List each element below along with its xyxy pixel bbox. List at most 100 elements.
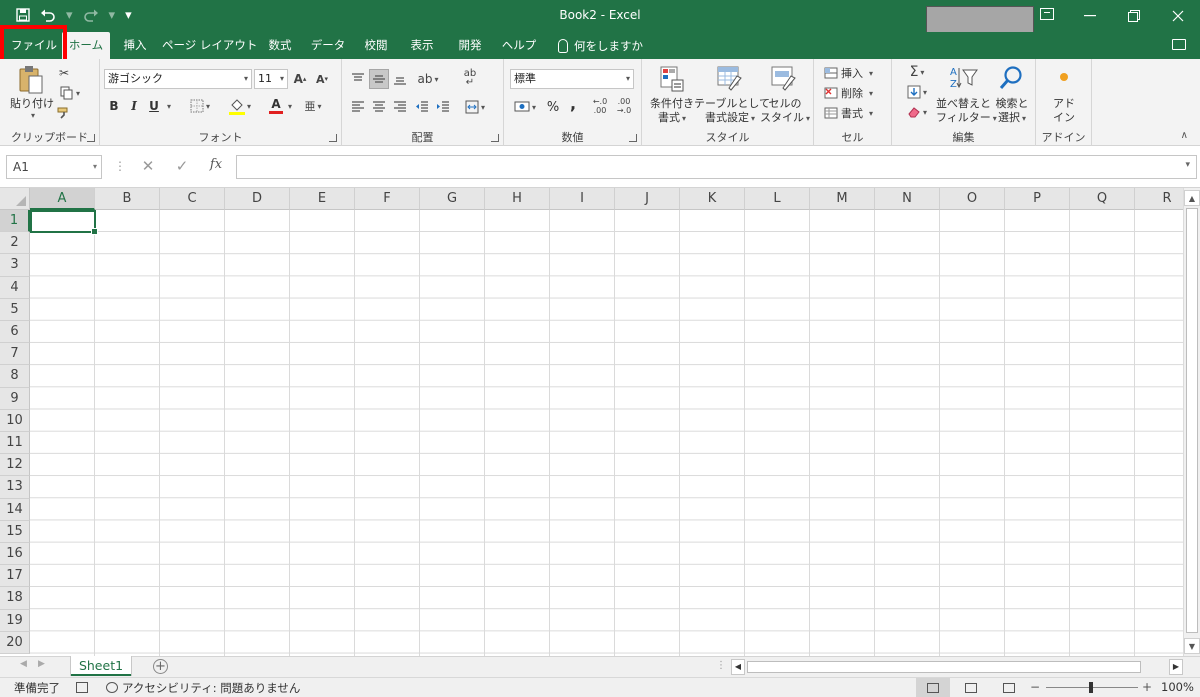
scroll-up-icon[interactable]: ▲ (1184, 190, 1200, 206)
fill-color-icon[interactable]: ▾ (224, 95, 256, 117)
accessibility-status[interactable]: アクセシビリティ: 問題ありません (122, 680, 300, 696)
formula-bar-splitter[interactable]: ⋮ (114, 159, 126, 173)
row-header[interactable]: 3 (0, 254, 30, 277)
column-header[interactable]: A (30, 188, 95, 210)
tab-splitter[interactable]: ⋮ (716, 660, 726, 671)
tab-view[interactable]: 表示 (402, 32, 442, 59)
zoom-level[interactable]: 100% (1161, 680, 1194, 694)
format-as-table-button[interactable]: テーブルとして 書式設定 ▾ (694, 97, 770, 126)
align-left-icon[interactable] (348, 97, 368, 117)
font-size-select[interactable]: 11 ▾ (254, 69, 288, 89)
column-header[interactable]: P (1005, 188, 1070, 210)
align-right-icon[interactable] (390, 97, 410, 117)
copy-icon[interactable]: ▾ (56, 85, 84, 101)
horizontal-scroll-thumb[interactable] (747, 661, 1141, 673)
paste-button[interactable]: 貼り付け (10, 97, 54, 111)
autosum-icon[interactable]: Σ ▾ (902, 63, 932, 81)
cell-area[interactable] (30, 210, 1183, 656)
collapse-ribbon-icon[interactable]: ∧ (1181, 130, 1188, 141)
row-header[interactable]: 20 (0, 631, 30, 654)
number-launcher-icon[interactable] (629, 134, 637, 142)
select-all-button[interactable] (0, 188, 30, 210)
column-header[interactable]: F (355, 188, 420, 210)
borders-icon[interactable]: ▾ (184, 97, 216, 115)
scroll-down-icon[interactable]: ▼ (1184, 638, 1200, 654)
decrease-indent-icon[interactable] (412, 97, 432, 117)
fill-icon[interactable]: ▾ (902, 83, 932, 101)
font-launcher-icon[interactable] (329, 134, 337, 142)
row-header[interactable]: 2 (0, 232, 30, 255)
zoom-out-icon[interactable]: − (1030, 680, 1040, 694)
cut-icon[interactable]: ✂ (56, 65, 72, 81)
close-icon[interactable] (1156, 0, 1200, 32)
scroll-right-icon[interactable]: ▶ (1169, 659, 1183, 675)
row-header[interactable]: 13 (0, 476, 30, 499)
sort-filter-button[interactable]: 並べ替えと フィルター ▾ (936, 97, 997, 126)
clear-icon[interactable]: ▾ (902, 103, 932, 121)
row-header[interactable]: 18 (0, 587, 30, 610)
row-header[interactable]: 8 (0, 365, 30, 388)
horizontal-scrollbar[interactable]: ◀ ▶ (731, 659, 1183, 675)
column-header[interactable]: L (745, 188, 810, 210)
align-top-icon[interactable] (348, 69, 368, 89)
vertical-scroll-thumb[interactable] (1186, 208, 1198, 633)
format-painter-icon[interactable] (56, 105, 72, 121)
underline-button[interactable]: U (146, 97, 162, 115)
phonetic-icon[interactable]: 亜 ▾ (300, 95, 326, 117)
tab-formulas[interactable]: 数式 (260, 32, 300, 59)
row-header[interactable]: 11 (0, 432, 30, 455)
font-color-dropdown-icon[interactable]: ▾ (284, 97, 294, 115)
tab-page-layout[interactable]: ページ レイアウト (162, 32, 257, 59)
decrease-decimal-icon[interactable]: .00 →.0 (614, 95, 634, 117)
tab-developer[interactable]: 開発 (448, 32, 492, 59)
align-center-icon[interactable] (369, 97, 389, 117)
conditional-formatting-icon[interactable] (658, 65, 686, 93)
prev-sheet-icon[interactable]: ◀ (20, 659, 27, 669)
increase-decimal-icon[interactable]: ←.0.00 (590, 95, 610, 117)
row-header[interactable]: 7 (0, 343, 30, 366)
column-header[interactable]: O (940, 188, 1005, 210)
scroll-left-icon[interactable]: ◀ (731, 659, 745, 675)
zoom-slider-thumb[interactable] (1089, 682, 1093, 693)
column-header[interactable]: I (550, 188, 615, 210)
alignment-launcher-icon[interactable] (491, 134, 499, 142)
formula-input[interactable]: ▾ (236, 155, 1197, 179)
row-header[interactable]: 14 (0, 498, 30, 521)
paste-icon[interactable] (14, 65, 48, 95)
sort-filter-icon[interactable]: AZ (946, 63, 980, 93)
accessibility-icon[interactable] (106, 682, 118, 693)
worksheet-grid[interactable]: A B C D E F G H I J K L M N O P Q R 1 2 3 4 5 6 7 8 9 10 11 12 13 14 15 1… (0, 188, 1183, 656)
row-header[interactable]: 17 (0, 565, 30, 588)
column-header[interactable]: H (485, 188, 550, 210)
restore-icon[interactable] (1112, 0, 1156, 32)
name-box[interactable]: A1 ▾ (6, 155, 102, 179)
row-header[interactable]: 4 (0, 276, 30, 299)
column-header[interactable]: R (1135, 188, 1183, 210)
comma-style-button[interactable]: , (566, 93, 580, 113)
zoom-in-icon[interactable]: + (1142, 680, 1152, 694)
page-layout-view-icon[interactable] (954, 678, 988, 697)
row-header[interactable]: 19 (0, 609, 30, 632)
column-header[interactable]: D (225, 188, 290, 210)
enter-icon[interactable]: ✓ (170, 157, 194, 177)
row-header[interactable]: 9 (0, 387, 30, 410)
row-header[interactable]: 16 (0, 543, 30, 566)
normal-view-icon[interactable] (916, 678, 950, 697)
wrap-text-icon[interactable]: ab ↵ (460, 67, 480, 89)
tab-file[interactable]: ファイル (8, 32, 60, 59)
macro-record-icon[interactable] (76, 682, 88, 693)
tab-review[interactable]: 校閲 (356, 32, 396, 59)
addins-icon[interactable] (1056, 69, 1072, 85)
column-header[interactable]: J (615, 188, 680, 210)
row-header[interactable]: 6 (0, 321, 30, 344)
percent-style-button[interactable]: % (544, 97, 562, 117)
tab-data[interactable]: データ (306, 32, 350, 59)
increase-font-size-icon[interactable]: A ▴ (292, 71, 308, 87)
expand-formula-bar-icon[interactable]: ▾ (1185, 160, 1190, 170)
clipboard-launcher-icon[interactable] (87, 134, 95, 142)
tab-insert[interactable]: 挿入 (114, 32, 156, 59)
cancel-icon[interactable]: ✕ (136, 157, 160, 177)
comments-icon[interactable] (1172, 39, 1186, 50)
align-bottom-icon[interactable] (390, 69, 410, 89)
find-select-icon[interactable] (996, 63, 1026, 93)
